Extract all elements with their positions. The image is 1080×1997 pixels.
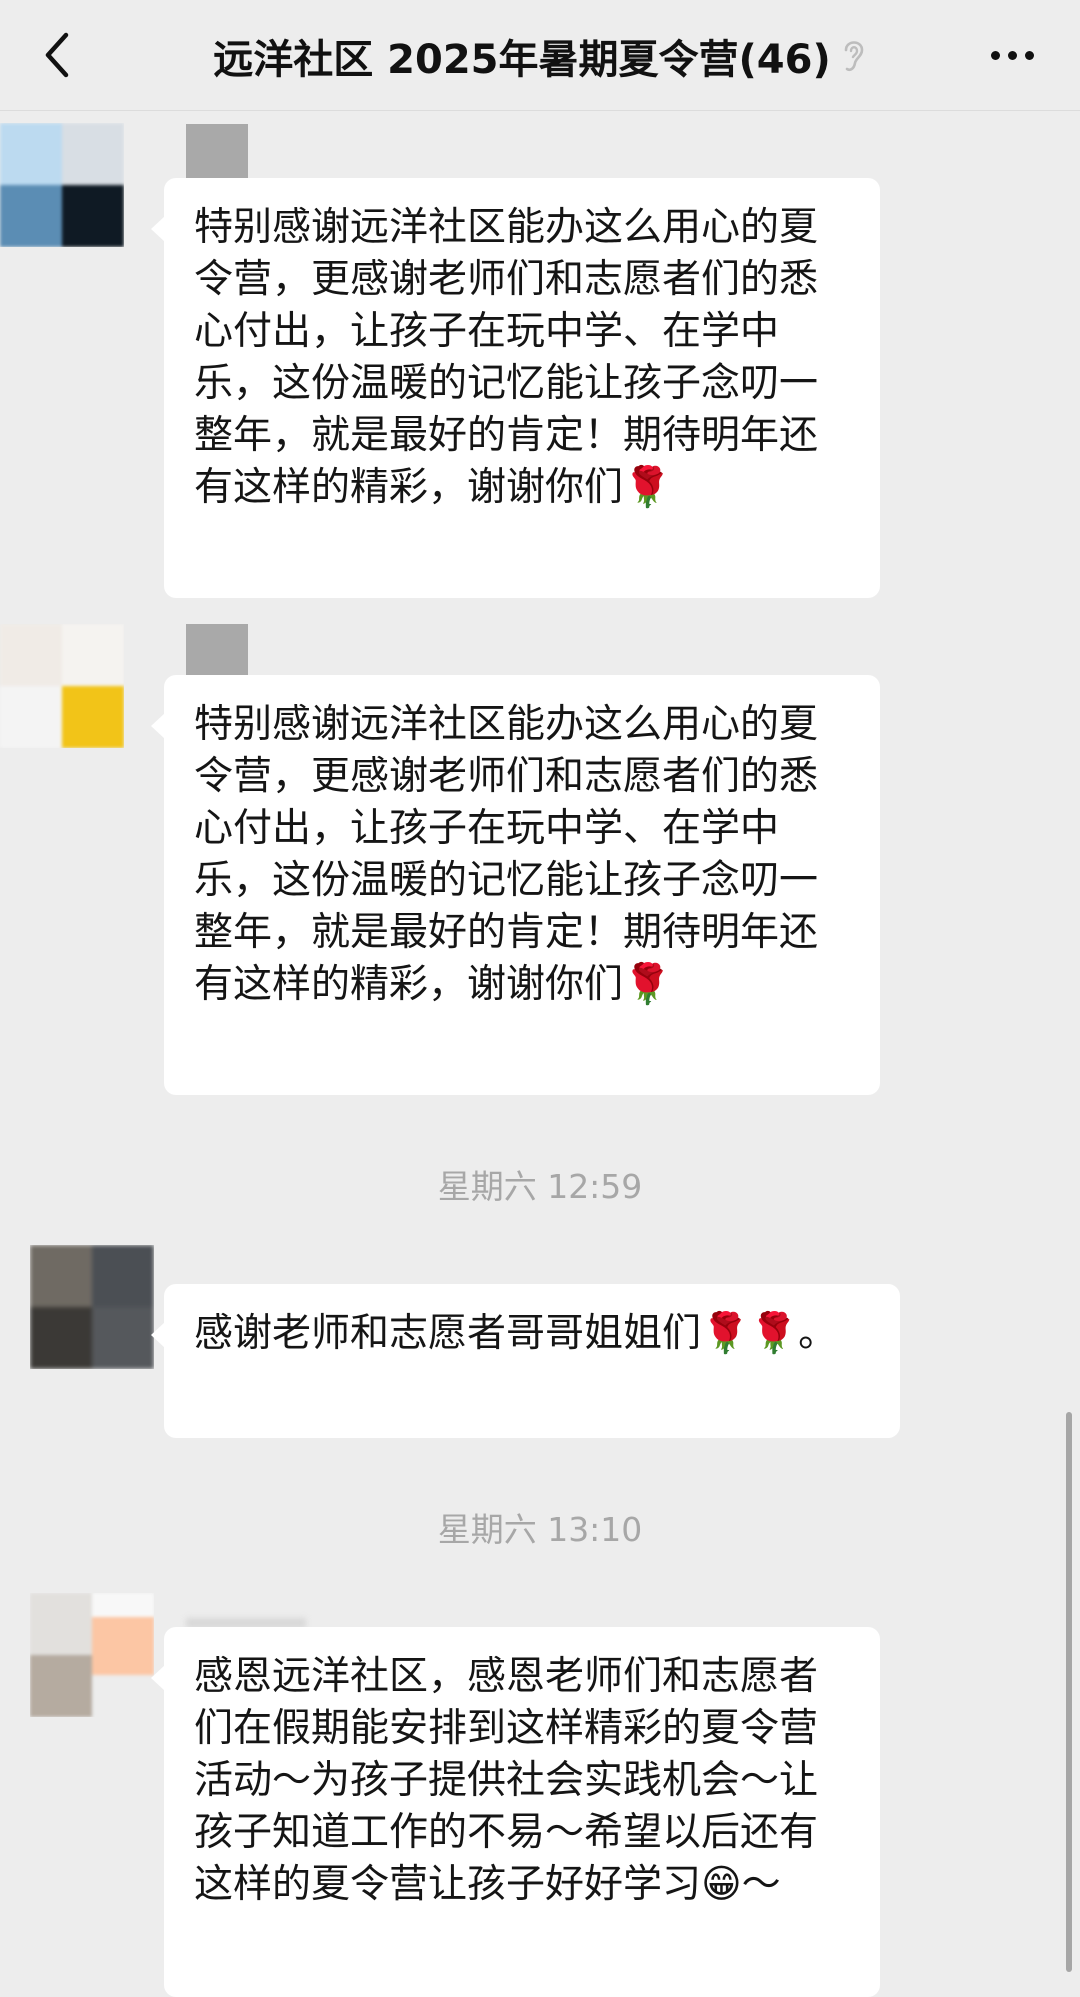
scrollbar[interactable] [1066,1412,1072,1972]
timestamp: 星期六 12:59 [437,1167,643,1206]
message-bubble[interactable]: 特别感谢远洋社区能办这么用心的夏令营，更感谢老师们和志愿者们的悉心付出，让孩子在… [151,178,880,598]
avatar[interactable] [30,1245,154,1369]
sender-name-redacted [186,124,248,186]
back-button[interactable] [30,26,84,84]
avatar[interactable] [0,624,124,748]
chat-header: 远洋社区 2025年暑期夏令营(46) [0,0,1080,111]
timestamp: 星期六 13:10 [437,1510,643,1549]
more-icon [987,50,1038,60]
chat-title-group[interactable]: 远洋社区 2025年暑期夏令营(46) [150,28,930,84]
chevron-left-icon [45,32,69,78]
message-bubble[interactable]: 感谢老师和志愿者哥哥姐姐们🌹🌹。 [151,1284,900,1438]
message-text: 特别感谢远洋社区能办这么用心的夏令营，更感谢老师们和志愿者们的悉心付出，让孩子在… [194,205,819,510]
avatar[interactable] [0,123,124,247]
more-button[interactable] [980,26,1044,84]
message-bubble[interactable]: 感恩远洋社区，感恩老师们和志愿者们在假期能安排到这样精彩的夏令营活动～为孩子提供… [151,1627,880,1997]
avatar[interactable] [30,1593,154,1717]
message-text: 感谢老师和志愿者哥哥姐姐们🌹🌹。 [194,1311,838,1356]
message-text: 特别感谢远洋社区能办这么用心的夏令营，更感谢老师们和志愿者们的悉心付出，让孩子在… [194,702,819,1007]
chat-title: 远洋社区 2025年暑期夏令营(46) [213,37,831,83]
message-bubble[interactable]: 特别感谢远洋社区能办这么用心的夏令营，更感谢老师们和志愿者们的悉心付出，让孩子在… [151,675,880,1095]
ear-icon [841,36,867,76]
message-text: 感恩远洋社区，感恩老师们和志愿者们在假期能安排到这样精彩的夏令营活动～为孩子提供… [194,1654,819,1907]
